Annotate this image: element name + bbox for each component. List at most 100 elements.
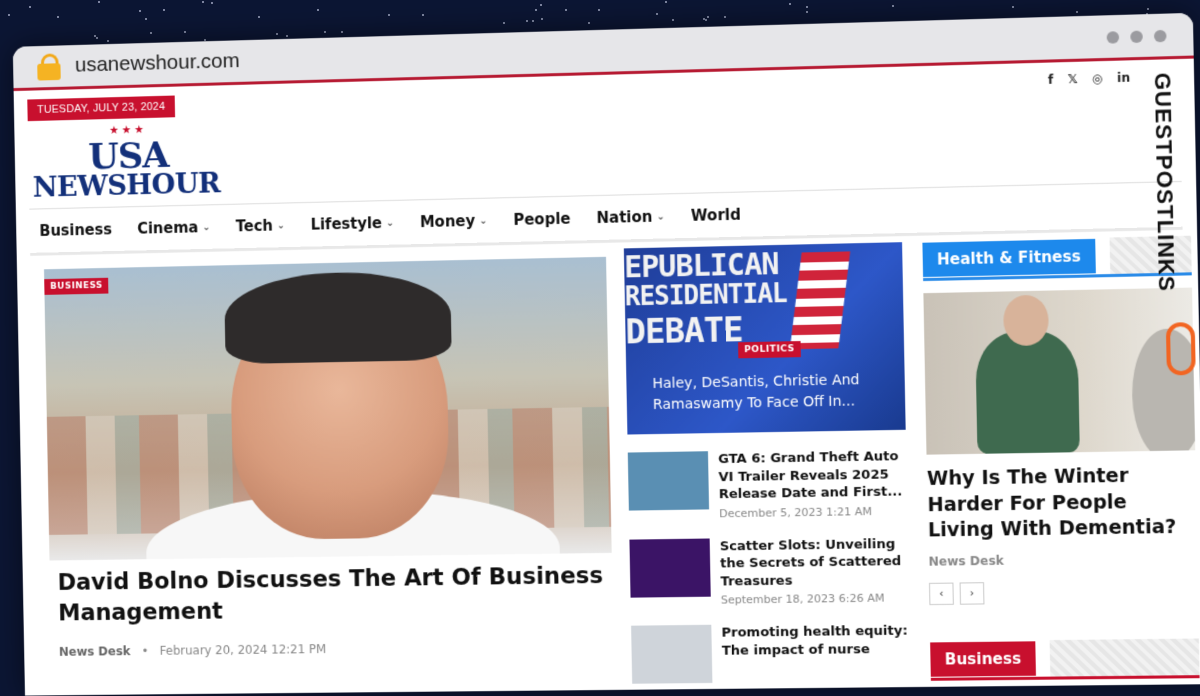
window-dot-icon[interactable] xyxy=(1153,29,1167,43)
star-dot xyxy=(588,22,591,25)
section-title[interactable]: Business xyxy=(930,641,1036,677)
hero-headline[interactable]: David Bolno Discusses The Art Of Busines… xyxy=(57,561,609,629)
star-dot xyxy=(202,1,205,4)
health-headline[interactable]: Why Is The Winter Harder For People Livi… xyxy=(927,462,1197,544)
nav-item-people[interactable]: People xyxy=(513,210,571,229)
nav-item-tech[interactable]: Tech ⌄ xyxy=(235,216,286,236)
section-header: Business xyxy=(930,638,1200,681)
star-dot xyxy=(144,17,147,20)
category-tag[interactable]: BUSINESS xyxy=(44,277,109,295)
star-dot xyxy=(806,6,809,9)
nav-label: Tech xyxy=(235,216,274,236)
star-dot xyxy=(1011,5,1014,8)
star-dot xyxy=(531,20,534,23)
hero-meta: News Desk • February 20, 2024 12:21 PM xyxy=(58,642,327,659)
post-date: February 20, 2024 12:21 PM xyxy=(159,642,327,658)
list-item[interactable]: GTA 6: Grand Theft Auto VI Trailer Revea… xyxy=(627,448,908,521)
chevron-down-icon: ⌄ xyxy=(479,215,488,227)
list-item[interactable]: Promoting health equity: The impact of n… xyxy=(631,623,910,685)
category-tag[interactable]: POLITICS xyxy=(738,341,801,359)
window-dot-icon[interactable] xyxy=(1106,31,1120,44)
star-dot xyxy=(598,9,601,12)
star-dot xyxy=(275,33,278,36)
chevron-down-icon: ⌄ xyxy=(385,217,395,229)
star-dot xyxy=(8,14,11,17)
star-dot xyxy=(163,8,166,11)
author-name[interactable]: News Desk xyxy=(928,551,1197,569)
star-dot xyxy=(388,14,391,17)
nav-label: Business xyxy=(39,220,113,240)
star-dot xyxy=(1075,10,1078,13)
star-dot xyxy=(138,9,141,12)
prev-button[interactable]: ‹ xyxy=(928,582,954,606)
post-thumbnail[interactable] xyxy=(629,538,711,598)
facebook-icon[interactable]: f xyxy=(1048,73,1054,87)
star-dot xyxy=(564,9,567,12)
star-dot xyxy=(525,19,528,22)
star-dot xyxy=(107,39,110,42)
post-title[interactable]: Scatter Slots: Unveiling the Secrets of … xyxy=(720,535,909,590)
author-name[interactable]: News Desk xyxy=(59,644,131,659)
hero-image[interactable]: BUSINESS xyxy=(44,256,612,561)
window-dot-icon[interactable] xyxy=(1130,30,1143,44)
post-date: September 18, 2023 6:26 AM xyxy=(720,591,885,607)
instagram-icon[interactable]: ◎ xyxy=(1092,71,1103,85)
health-image[interactable] xyxy=(923,287,1196,455)
nav-label: Cinema xyxy=(137,218,199,238)
star-dot xyxy=(656,13,659,16)
star-dot xyxy=(184,30,187,33)
nav-item-lifestyle[interactable]: Lifestyle ⌄ xyxy=(310,214,394,234)
mini-post-list: GTA 6: Grand Theft Auto VI Trailer Revea… xyxy=(627,448,911,685)
main-content: BUSINESS David Bolno Discusses The Art O… xyxy=(30,230,1200,696)
star-dot xyxy=(704,18,707,21)
nav-item-business[interactable]: Business xyxy=(39,220,112,239)
section-title[interactable]: Health & Fitness xyxy=(922,238,1096,278)
star-dot xyxy=(891,5,894,8)
list-item[interactable]: Scatter Slots: Unveiling the Secrets of … xyxy=(629,535,909,608)
star-dot xyxy=(503,22,506,24)
star-dot xyxy=(723,16,726,19)
star-dot xyxy=(95,37,98,40)
right-column: Health & Fitness Why Is The Winter Harde… xyxy=(922,235,1200,681)
star-dot xyxy=(540,17,543,20)
star-dot xyxy=(422,14,425,16)
star-dot xyxy=(258,15,261,18)
date-badge: TUESDAY, JULY 23, 2024 xyxy=(27,95,176,122)
star-dot xyxy=(286,35,289,38)
address-bar[interactable]: usanewshour.com xyxy=(75,49,240,77)
star-dot xyxy=(672,19,675,22)
star-dot xyxy=(788,3,791,6)
nav-label: People xyxy=(513,209,571,229)
featured-headline[interactable]: Haley, DeSantis, Christie And Ramaswamy … xyxy=(652,369,895,416)
logo-line-2: NEWSHOUR xyxy=(32,166,221,204)
web-page: TUESDAY, JULY 23, 2024 f 𝕏 ◎ in ★★★ USA … xyxy=(14,59,1200,696)
nav-item-money[interactable]: Money ⌄ xyxy=(420,212,488,231)
flag-graphic xyxy=(789,251,851,350)
post-thumbnail[interactable] xyxy=(627,451,710,511)
star-dot xyxy=(57,16,60,19)
post-title[interactable]: Promoting health equity: The impact of n… xyxy=(721,623,910,660)
star-dot xyxy=(324,30,327,33)
post-title[interactable]: GTA 6: Grand Theft Auto VI Trailer Revea… xyxy=(718,448,907,504)
star-dot xyxy=(316,9,319,12)
linkedin-icon[interactable]: in xyxy=(1117,70,1130,85)
star-dot xyxy=(341,31,344,34)
window-controls xyxy=(1106,29,1167,44)
chevron-down-icon: ⌄ xyxy=(276,219,286,231)
next-button[interactable]: › xyxy=(959,582,985,605)
nav-label: Money xyxy=(419,211,476,232)
nav-item-world[interactable]: World xyxy=(691,206,741,225)
social-links: f 𝕏 ◎ in xyxy=(1048,70,1130,86)
lock-icon xyxy=(34,51,64,81)
post-thumbnail[interactable] xyxy=(631,625,713,685)
nav-label: World xyxy=(690,205,741,225)
twitter-icon[interactable]: 𝕏 xyxy=(1067,72,1077,86)
star-dot xyxy=(98,0,101,3)
slider-pager: ‹ › xyxy=(928,579,1198,606)
nav-item-nation[interactable]: Nation ⌄ xyxy=(596,207,665,227)
nav-item-cinema[interactable]: Cinema ⌄ xyxy=(137,218,211,237)
image-text: RESIDENTIAL xyxy=(624,278,788,313)
featured-image[interactable]: EPUBLICAN RESIDENTIAL DEBATE POLITICS Ha… xyxy=(623,242,906,435)
star-dot xyxy=(534,9,537,12)
chain-link-icon xyxy=(1165,322,1196,376)
